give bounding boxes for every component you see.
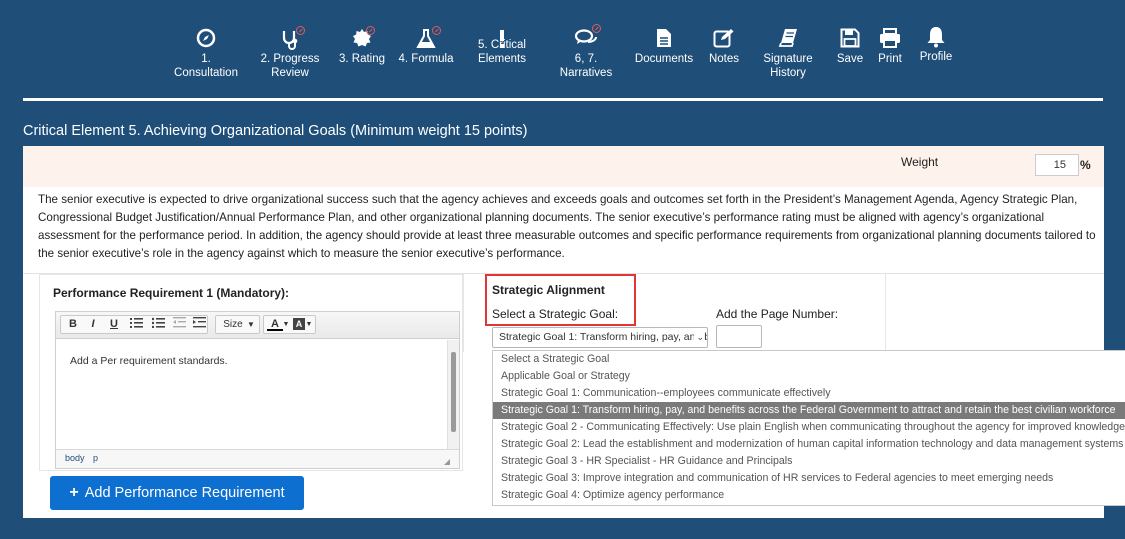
toolbar-documents-label: Documents [634,53,694,65]
book-icon [778,29,797,47]
toolbar-narratives[interactable]: 6, 7. Narratives [556,22,616,80]
bell-icon [927,27,945,48]
toolbar-critical-elements[interactable]: 5. Critical Elements [474,22,530,66]
edit-icon [713,29,734,48]
toolbar-save-label: Save [836,53,864,65]
strategic-goal-option[interactable]: Strategic Goal 1: Transform hiring, pay,… [493,402,1125,419]
bold-button[interactable]: B [65,317,81,332]
toolbar-signature-history-label: Signature History [763,53,813,79]
toolbar-profile[interactable]: Profile [916,20,956,64]
toolbar-profile-label: Profile [919,51,953,63]
compass-icon [196,28,216,48]
toolbar-narratives-label: 6, 7. Narratives [559,53,613,79]
right-empty-column [885,274,1095,352]
save-icon [840,28,860,48]
strategic-goal-option[interactable]: Strategic Goal 4: Optimize agency perfor… [493,487,1125,504]
disabled-icon [296,26,305,35]
background-color-button[interactable]: A [293,318,305,330]
toolbar-consultation-label: 1. Consultation [174,53,238,79]
text-color-button[interactable]: A [267,317,283,331]
outdent-button[interactable] [171,317,187,332]
editor-content[interactable]: Add a Per requirement standards. [56,339,459,449]
editor-status-bar: body p [56,449,459,468]
indent-button[interactable] [191,317,207,332]
page-number-label: Add the Page Number: [716,307,839,321]
header-divider [23,98,1103,101]
toolbar-formula-label: 4. Formula [398,53,454,65]
toolbar-formula[interactable]: 4. Formula [398,22,454,66]
strategic-goal-option[interactable]: Strategic Goal 3 - HR Specialist - HR Gu… [493,453,1125,470]
toolbar-rating[interactable]: 3. Rating [338,22,386,66]
toolbar-notes[interactable]: Notes [704,22,744,66]
document-icon [657,29,671,47]
indent-icon [192,317,206,328]
strategic-goal-option[interactable]: Strategic Goal 3: Improve integration an… [493,470,1125,487]
strategic-goal-select[interactable]: Strategic Goal 1: Transform hiring, pay,… [492,327,708,348]
toolbar-signature-history[interactable]: Signature History [760,22,816,80]
chevron-down-icon: ▼ [247,320,255,329]
chevron-down-icon: ▼ [305,321,313,328]
weight-input[interactable]: 15 [1035,154,1079,176]
section-title: Critical Element 5. Achieving Organizati… [23,123,528,139]
strategic-goal-selected: Strategic Goal 1: Transform hiring, pay,… [499,331,707,343]
strategic-alignment-title: Strategic Alignment [492,283,605,297]
weight-row: Weight 15 % [23,146,1104,187]
exclamation-icon [500,30,504,48]
disabled-icon [592,24,601,33]
strategic-goal-label: Select a Strategic Goal: [492,307,619,321]
weight-label: Weight [901,155,939,169]
page-number-input[interactable] [716,325,762,348]
font-size-label: Size [223,319,243,330]
disabled-icon [432,26,441,35]
underline-button[interactable]: U [106,317,122,332]
path-body[interactable]: body [65,453,85,463]
path-p[interactable]: p [93,453,98,463]
toolbar-rating-label: 3. Rating [338,53,386,65]
bulleted-list-icon [151,317,165,329]
editor-toolbar: B I U Size ▼ A ▼ A ▼ [56,312,459,339]
toolbar-print[interactable]: Print [874,22,906,66]
strategic-goal-option[interactable]: Strategic Goal 2: Lead the establishment… [493,436,1125,453]
top-toolbar: 1. Consultation 2. Progress Review 3. Ra… [0,0,1125,100]
outdent-icon [172,317,186,328]
italic-button[interactable]: I [85,317,101,332]
toolbar-progress-review-label: 2. Progress Review [260,53,320,79]
plus-icon: + [69,484,79,501]
printer-icon [880,28,900,48]
chevron-down-icon: ▼ [282,321,290,328]
toolbar-progress-review[interactable]: 2. Progress Review [260,22,320,80]
rich-text-editor: B I U Size ▼ A ▼ A ▼ Add a Per requireme… [55,311,460,469]
performance-requirement-label: Performance Requirement 1 (Mandatory): [53,286,290,300]
strategic-goal-option[interactable]: Applicable Goal or Strategy [493,368,1125,385]
editor-scrollbar[interactable] [447,340,459,450]
toolbar-print-label: Print [878,53,902,65]
toolbar-documents[interactable]: Documents [634,22,694,66]
toolbar-notes-label: Notes [708,53,740,65]
chevron-down-icon: ⌄ [694,328,704,347]
toolbar-consultation[interactable]: 1. Consultation [174,22,238,80]
strategic-goal-option[interactable]: Select a Strategic Goal [493,351,1125,368]
numbered-list-button[interactable] [128,317,144,332]
element-description: The senior executive is expected to driv… [38,193,1096,260]
add-performance-requirement-label: Add Performance Requirement [84,485,285,501]
strategic-goal-option[interactable]: Strategic Goal 2 - Communicating Effecti… [493,419,1125,436]
strategic-goal-options: Select a Strategic Goal Applicable Goal o… [492,350,1125,506]
add-performance-requirement-button[interactable]: + Add Performance Requirement [50,476,304,510]
weight-unit: % [1080,158,1091,172]
toolbar-save[interactable]: Save [834,22,866,66]
scrollbar-thumb[interactable] [451,352,456,432]
numbered-list-icon [129,318,143,328]
bulleted-list-button[interactable] [150,317,166,332]
strategic-goal-option[interactable]: Strategic Goal 1: Communication--employe… [493,385,1125,402]
resize-grip-icon[interactable] [444,459,450,465]
disabled-icon [366,26,375,35]
